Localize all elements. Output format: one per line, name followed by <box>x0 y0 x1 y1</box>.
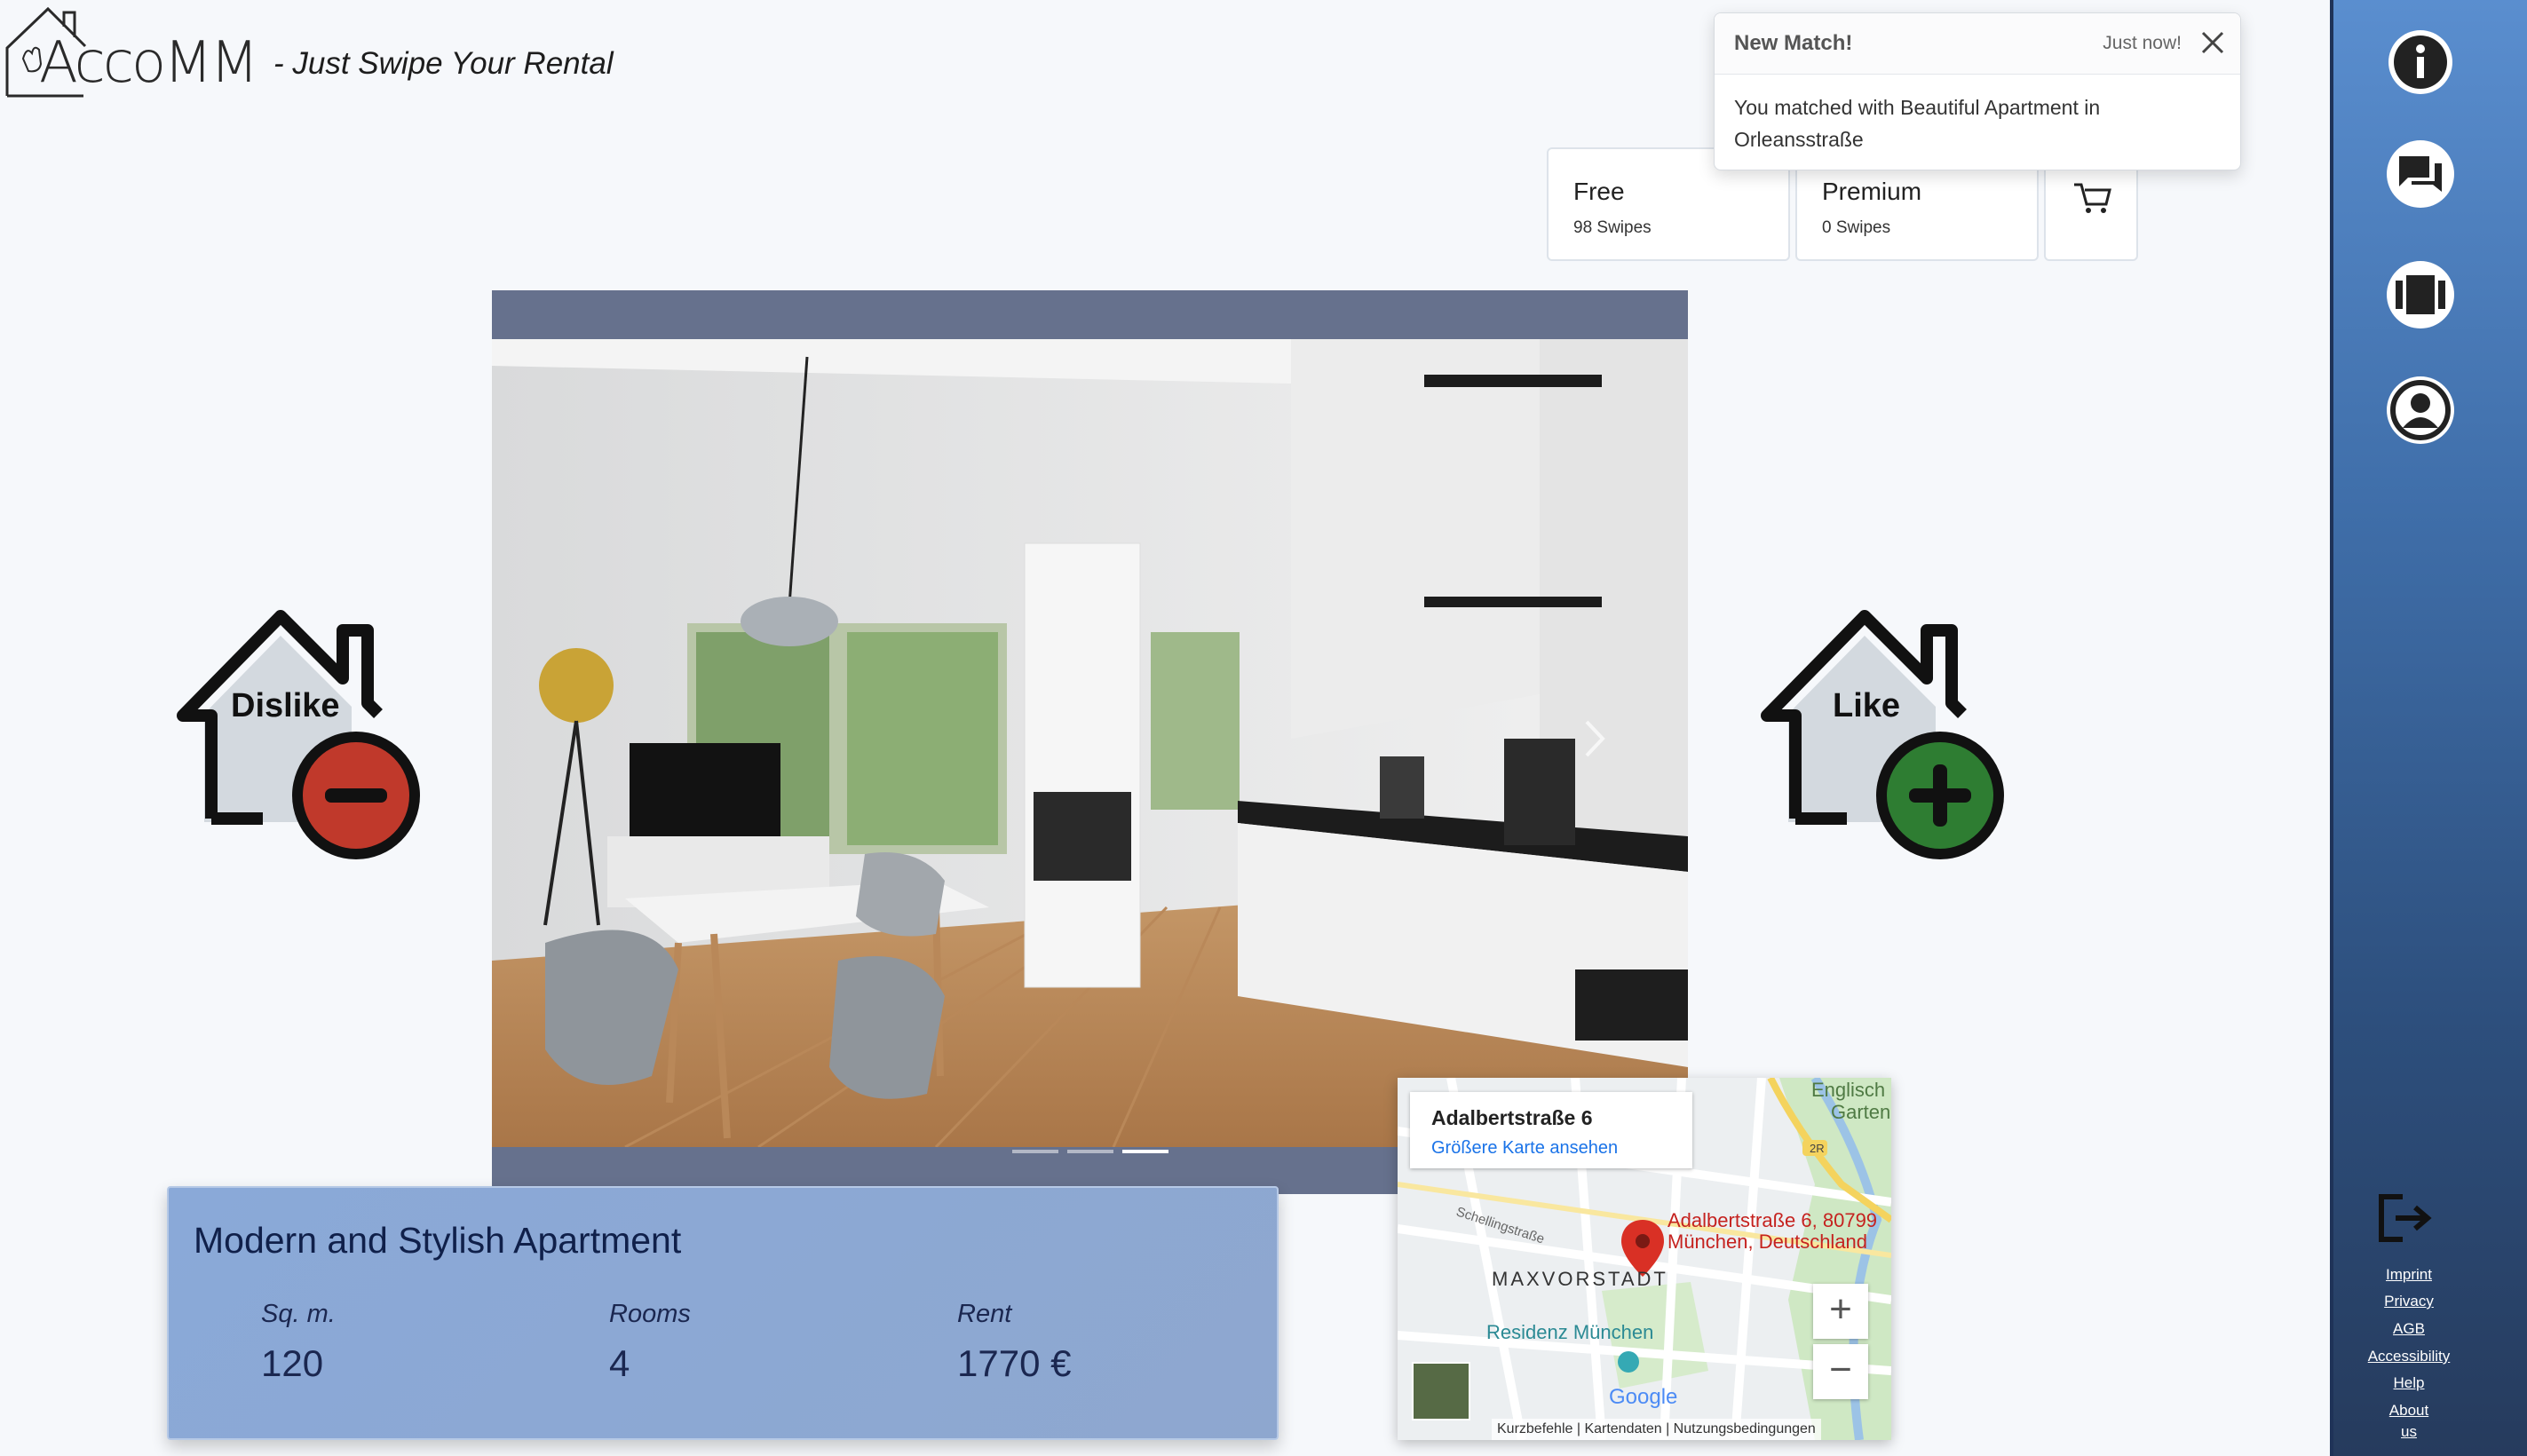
carousel-indicator[interactable] <box>1067 1150 1113 1153</box>
brand-name: AccoMM <box>39 30 259 96</box>
map-footer: Kurzbefehle | Kartendaten | Nutzungsbedi… <box>1492 1419 1821 1440</box>
toast-time: Just now! <box>2103 33 2182 53</box>
stat-label-sqm: Sq. m. <box>261 1300 336 1328</box>
zoom-out-button[interactable]: − <box>1813 1344 1868 1399</box>
map-pin-label: München, Deutschland <box>1668 1230 1868 1253</box>
map-district-label: MAXVORSTADT <box>1492 1268 1668 1290</box>
house-minus-icon <box>177 610 420 859</box>
info-icon[interactable] <box>2385 27 2456 98</box>
tagline: - Just Swipe Your Rental <box>273 46 614 81</box>
map-address: Adalbertstraße 6 <box>1431 1106 1593 1129</box>
like-label: Like <box>1833 687 1901 724</box>
match-toast: New Match! Just now! You matched with Be… <box>1714 12 2241 170</box>
dislike-label: Dislike <box>231 687 340 724</box>
cards-icon[interactable] <box>2385 259 2456 330</box>
sidebar: Imprint Privacy AGB Accessibility Help A… <box>2330 0 2527 1456</box>
map-park-label: Garten <box>1831 1101 1891 1123</box>
carousel-indicator-active[interactable] <box>1122 1150 1168 1153</box>
cart-icon <box>2074 183 2111 213</box>
stat-value-rent: 1770 € <box>957 1342 1072 1384</box>
map-data-link[interactable]: Kartendaten <box>1584 1421 1661 1436</box>
plan-name: Free <box>1573 178 1625 205</box>
help-link[interactable]: Help <box>2310 1374 2507 1392</box>
plan-swipes: 0 Swipes <box>1822 218 1891 237</box>
stat-label-rooms: Rooms <box>609 1300 691 1328</box>
map-park-label: Englisch <box>1811 1079 1886 1101</box>
about-link[interactable]: About <box>2310 1402 2507 1420</box>
carousel-indicator[interactable] <box>1012 1150 1058 1153</box>
toast-message: You matched with Beautiful Apartment in … <box>1734 96 2101 151</box>
brand-logo[interactable]: AccoMM <box>4 4 259 99</box>
toast-header: New Match! Just now! <box>1715 13 2240 75</box>
toast-title: New Match! <box>1734 31 1853 55</box>
accessibility-link[interactable]: Accessibility <box>2310 1348 2507 1365</box>
privacy-link[interactable]: Privacy <box>2310 1293 2507 1310</box>
map-terms-link[interactable]: Nutzungsbedingungen <box>1674 1421 1816 1436</box>
agb-link[interactable]: AGB <box>2310 1320 2507 1338</box>
listing-info-card: Modern and Stylish Apartment Sq. m. 120 … <box>167 1186 1279 1440</box>
zoom-in-button[interactable]: + <box>1813 1284 1868 1339</box>
satellite-toggle[interactable] <box>1412 1362 1470 1420</box>
map-road-badge: 2R <box>1810 1142 1825 1155</box>
imprint-link[interactable]: Imprint <box>2310 1266 2507 1284</box>
stat-value-sqm: 120 <box>261 1342 324 1384</box>
like-button[interactable]: Like <box>1749 609 2016 875</box>
house-plus-icon <box>1761 610 2004 859</box>
google-logo: Google <box>1609 1385 1678 1409</box>
stat-label-rent: Rent <box>957 1300 1012 1328</box>
chat-icon[interactable] <box>2385 138 2456 210</box>
map-address-card: Adalbertstraße 6 Größere Karte ansehen <box>1410 1092 1692 1168</box>
logout-icon[interactable] <box>2376 1191 2433 1245</box>
close-icon[interactable] <box>2198 28 2228 58</box>
about-link-us[interactable]: us <box>2310 1423 2507 1441</box>
apartment-photo <box>492 339 1688 1147</box>
location-map[interactable]: 2R Englisch Garten Schellingstraße Adalb… <box>1398 1078 1891 1440</box>
listing-title: Modern and Stylish Apartment <box>194 1220 682 1261</box>
stat-value-rooms: 4 <box>609 1342 630 1384</box>
dislike-button[interactable]: Dislike <box>165 609 432 875</box>
plan-swipes: 98 Swipes <box>1573 218 1652 237</box>
kitchen-photo-illustration <box>492 339 1688 1147</box>
profile-icon[interactable] <box>2385 375 2456 446</box>
map-poi-label: Residenz München <box>1486 1321 1654 1343</box>
plan-name: Premium <box>1822 178 1922 205</box>
photo-carousel[interactable] <box>492 290 1688 1194</box>
larger-map-link[interactable]: Größere Karte ansehen <box>1431 1138 1618 1159</box>
carousel-indicators <box>1012 1150 1190 1157</box>
map-shortcuts-link[interactable]: Kurzbefehle <box>1497 1421 1572 1436</box>
map-pin-label: Adalbertstraße 6, 80799 <box>1668 1209 1878 1231</box>
chevron-right-icon[interactable] <box>1581 716 1608 761</box>
